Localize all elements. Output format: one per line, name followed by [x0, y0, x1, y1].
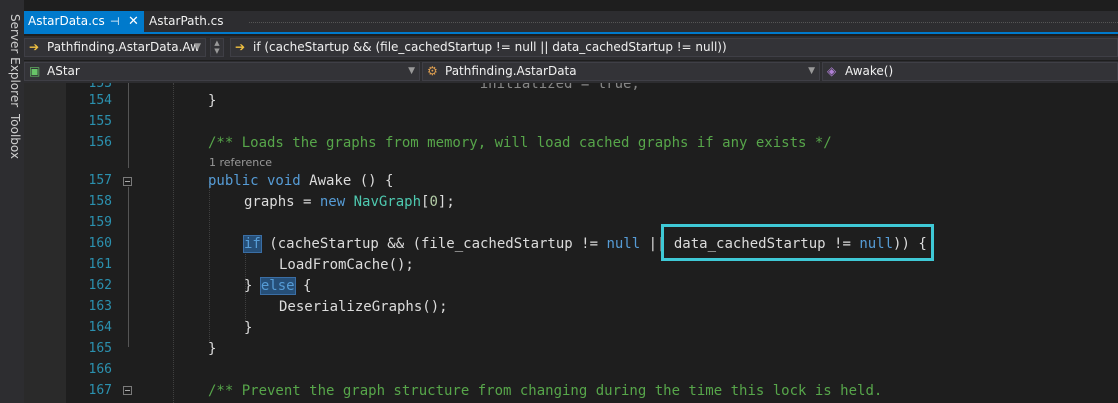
code-line: graphs = new NavGraph[0];	[244, 194, 455, 210]
line-number: 155	[88, 114, 112, 129]
navigation-bar: ➔ Pathfinding.AstarData.Aw ▼ ▲ ▼ ➔ if (ca…	[24, 36, 1118, 60]
close-icon[interactable]: ✕	[128, 11, 139, 32]
code-line: }	[208, 341, 217, 357]
highlight-box-annotation	[661, 224, 934, 261]
comment-text: /** Prevent the graph structure from cha…	[208, 383, 883, 399]
line-number: 157	[88, 173, 112, 188]
line-number: 161	[88, 257, 112, 272]
scroll-spinner[interactable]: ▲ ▼	[210, 38, 224, 57]
indicator-margin	[24, 83, 66, 403]
chevron-down-icon: ▼	[194, 42, 201, 52]
context-bar: ▣ AStar ▼ ⚙ Pathfinding.AstarData ▼ ◈ Aw…	[24, 61, 1118, 83]
project-dropdown-value: AStar	[47, 64, 80, 78]
line-number: 158	[88, 194, 112, 209]
line-number: 164	[88, 320, 112, 335]
code-line: /** Loads the graphs from memory, will l…	[208, 133, 832, 153]
code-line: /** Prevent the graph structure from cha…	[208, 381, 882, 401]
code-line: DeserializeGraphs();	[279, 299, 448, 315]
tab-label: AstarData.cs	[28, 14, 105, 28]
chevron-down-icon: ▼	[808, 66, 815, 76]
side-toolstrip: Server Explorer Toolbox	[0, 0, 24, 403]
statement-dropdown[interactable]: ➔ if (cacheStartup && (file_cachedStartu…	[230, 38, 1118, 57]
class-dropdown-value: Pathfinding.AstarData	[445, 64, 577, 78]
project-icon: ▣	[29, 64, 41, 78]
codelens-reference[interactable]: 1 reference	[209, 156, 272, 170]
collapse-toggle[interactable]	[123, 177, 132, 186]
indent-guide	[173, 83, 174, 403]
statement-dropdown-value: if (cacheStartup && (file_cachedStartup …	[253, 40, 727, 54]
line-number: 163	[88, 299, 112, 314]
tab-label: AstarPath.cs	[149, 14, 224, 28]
server-explorer-tab[interactable]: Server Explorer	[0, 14, 22, 107]
pin-icon[interactable]: ⊣	[110, 11, 120, 32]
document-tab-bar: AstarData.cs ⊣ ✕ AstarPath.cs	[24, 11, 1118, 34]
tab-astardata[interactable]: AstarData.cs ⊣ ✕	[24, 11, 144, 32]
code-line: LoadFromCache();	[279, 257, 414, 273]
class-icon: ⚙	[427, 64, 438, 78]
line-number: 159	[88, 215, 112, 230]
line-number: 160	[88, 236, 112, 251]
tab-astarpath[interactable]: AstarPath.cs	[149, 11, 239, 32]
project-dropdown[interactable]: ▣ AStar ▼	[24, 62, 420, 81]
chevron-down-icon: ▼	[408, 66, 415, 76]
collapse-toggle[interactable]	[123, 386, 132, 395]
line-number: 165	[88, 341, 112, 356]
code-line: } else {	[244, 277, 312, 295]
line-number: 154	[88, 93, 112, 108]
method-dropdown[interactable]: ◈ Awake()	[822, 62, 1118, 81]
outline-guide	[128, 187, 129, 347]
outline-guide	[128, 83, 129, 168]
tab-divider	[249, 22, 1118, 24]
indent-guide	[209, 181, 210, 343]
line-number: 166	[88, 362, 112, 377]
method-icon: ◈	[827, 64, 837, 78]
arrow-right-icon: ➔	[29, 40, 40, 54]
line-number: 162	[88, 278, 112, 293]
code-line: initialized = true;	[210, 83, 640, 92]
class-dropdown[interactable]: ⚙ Pathfinding.AstarData ▼	[422, 62, 820, 81]
code-line: }	[208, 93, 217, 109]
arrow-right-icon: ➔	[235, 40, 246, 54]
line-number: 167	[88, 383, 112, 398]
code-line: }	[244, 320, 253, 336]
code-editor[interactable]: 153 154 155 156 157 158 159 160 161 162 …	[24, 83, 1118, 403]
toolbox-tab[interactable]: Toolbox	[0, 114, 22, 159]
code-line: public void Awake () {	[208, 173, 394, 189]
comment-text: /** Loads the graphs from memory, will l…	[208, 135, 832, 151]
line-number: 156	[88, 135, 112, 150]
member-dropdown-value: Pathfinding.AstarData.Aw	[47, 40, 200, 54]
method-dropdown-value: Awake()	[845, 64, 894, 78]
member-dropdown[interactable]: ➔ Pathfinding.AstarData.Aw ▼	[24, 38, 206, 57]
